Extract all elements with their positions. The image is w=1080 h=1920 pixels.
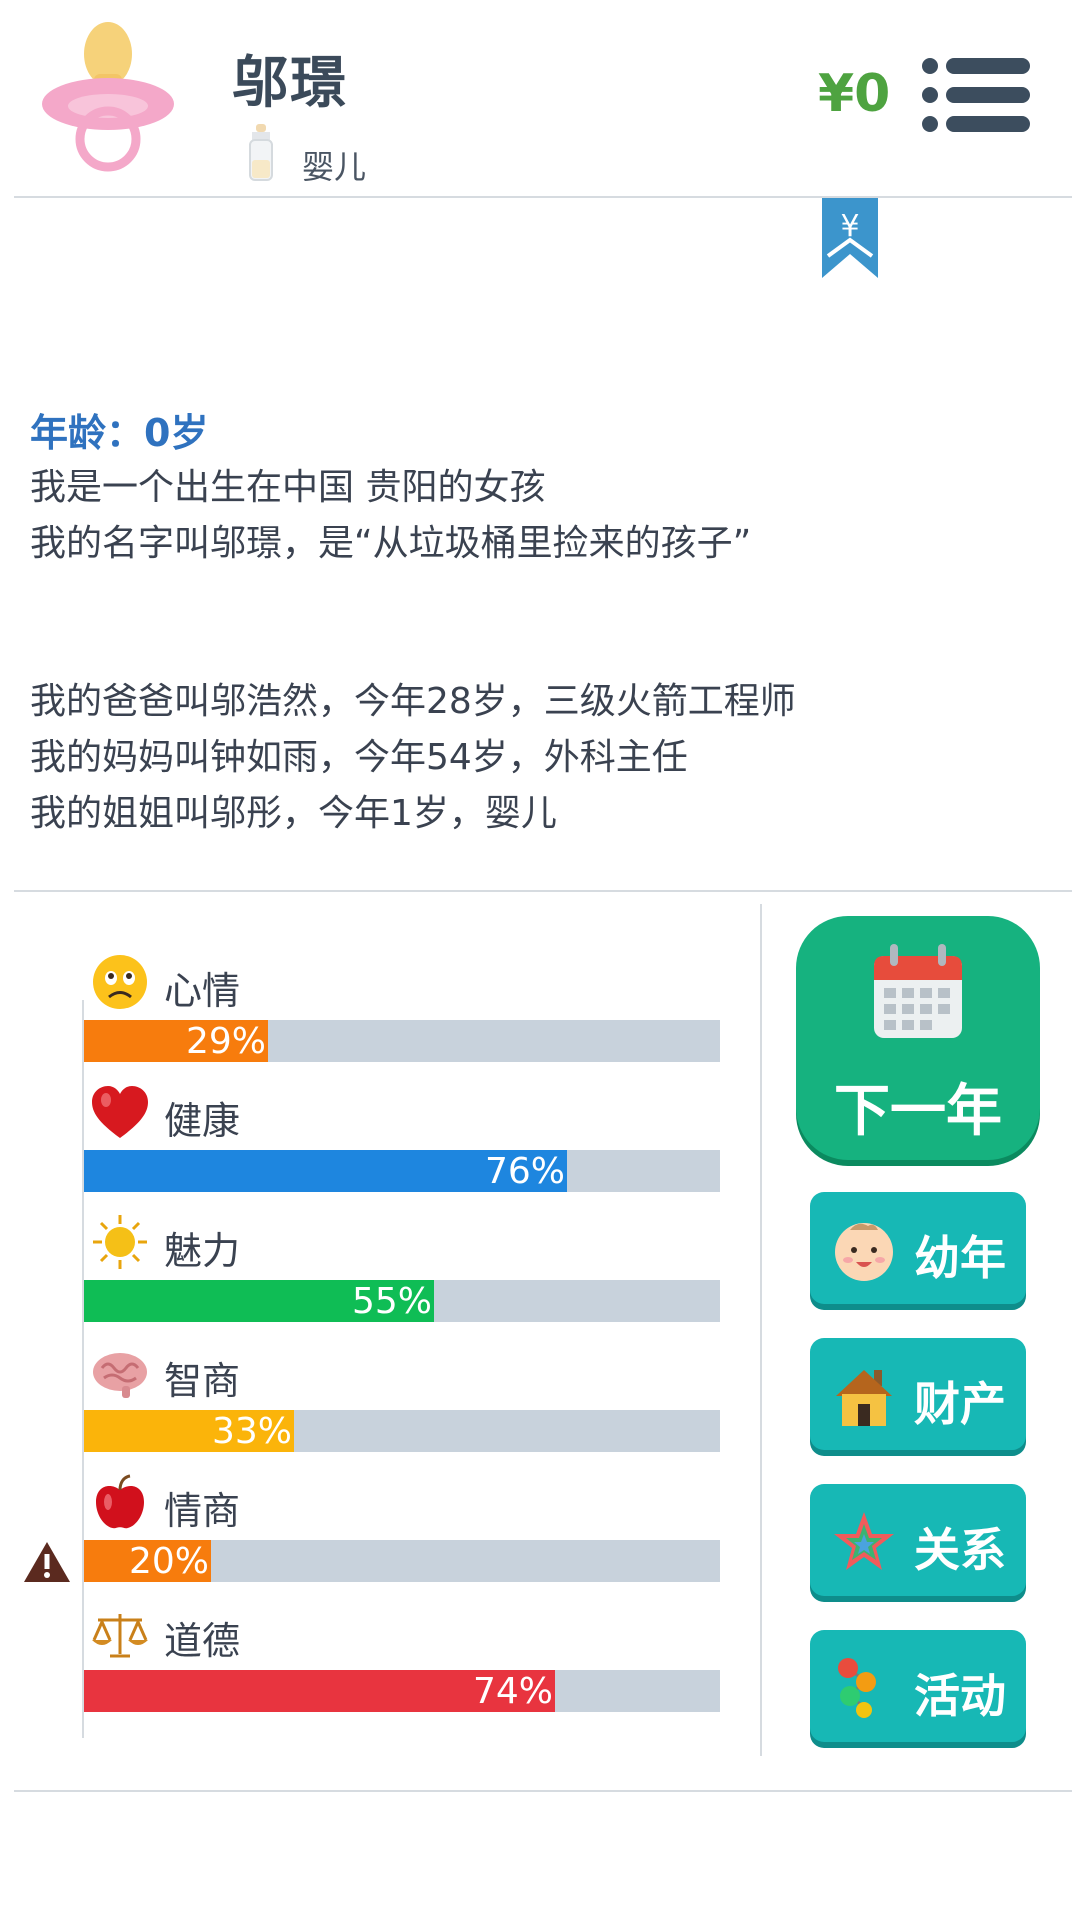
calendar-icon bbox=[874, 944, 962, 1038]
stat-percent: 74% bbox=[472, 1671, 553, 1712]
stat-label-iq: 智商 bbox=[164, 1359, 241, 1403]
svg-text:¥: ¥ bbox=[840, 209, 859, 244]
sad-face-icon bbox=[93, 955, 147, 1009]
activities-button[interactable]: 活动 bbox=[810, 1630, 1026, 1742]
relations-label: 关系 bbox=[914, 1523, 1006, 1577]
stat-bar-iq: 33% bbox=[84, 1410, 720, 1452]
brain-icon bbox=[93, 1353, 147, 1398]
stat-bar-eq: 20% bbox=[84, 1540, 720, 1582]
story-line: 我是一个出生在中国 贵阳的女孩 bbox=[30, 467, 546, 508]
stats-axis-line bbox=[82, 1000, 84, 1738]
story-line: 我的妈妈叫钟如雨，今年54岁，外科主任 bbox=[30, 737, 688, 778]
apple-icon bbox=[96, 1474, 144, 1529]
next-year-label: 下一年 bbox=[834, 1079, 1002, 1144]
relations-button[interactable]: 关系 bbox=[810, 1484, 1026, 1596]
money-balance: ¥0 bbox=[818, 64, 891, 124]
stat-bar-health: 76% bbox=[84, 1150, 720, 1192]
childhood-label: 幼年 bbox=[914, 1231, 1006, 1285]
story-divider bbox=[14, 890, 1072, 892]
childhood-button[interactable]: 幼年 bbox=[810, 1192, 1026, 1304]
story-line: 我的爸爸叫邬浩然，今年28岁，三级火箭工程师 bbox=[30, 681, 796, 722]
stat-percent: 55% bbox=[351, 1281, 432, 1322]
activities-label: 活动 bbox=[914, 1669, 1006, 1723]
warning-icon bbox=[24, 1542, 70, 1582]
story-line: 我的名字叫邬璟，是“从垃圾桶里捡来的孩子” bbox=[30, 523, 752, 564]
panel-divider bbox=[760, 904, 762, 1756]
stat-label-charm: 魅力 bbox=[164, 1229, 241, 1273]
scales-icon bbox=[92, 1614, 148, 1658]
stat-label-mood: 心情 bbox=[164, 969, 241, 1013]
story-line: 我的姐姐叫邬彤，今年1岁，婴儿 bbox=[30, 793, 557, 834]
header-divider bbox=[14, 196, 1072, 198]
yuan-bookmark-icon[interactable]: ¥ bbox=[822, 198, 878, 278]
age-heading: 年龄：0岁 bbox=[30, 411, 209, 455]
stat-percent: 76% bbox=[484, 1151, 565, 1192]
activity-dots-icon bbox=[838, 1658, 876, 1718]
life-stage-label: 婴儿 bbox=[302, 148, 367, 186]
stat-bar-morality: 74% bbox=[84, 1670, 720, 1712]
house-icon bbox=[836, 1370, 892, 1426]
stat-percent: 33% bbox=[211, 1411, 292, 1452]
pacifier-avatar-icon bbox=[42, 22, 174, 172]
stat-label-eq: 情商 bbox=[164, 1489, 241, 1533]
sun-icon bbox=[93, 1215, 147, 1269]
stat-label-health: 健康 bbox=[164, 1099, 241, 1143]
assets-button[interactable]: 财产 bbox=[810, 1338, 1026, 1450]
baby-face-icon bbox=[835, 1223, 893, 1281]
stat-percent: 29% bbox=[185, 1021, 266, 1062]
stat-percent: 20% bbox=[128, 1541, 209, 1582]
next-year-button[interactable]: 下一年 bbox=[796, 916, 1040, 1160]
bottom-divider bbox=[14, 1790, 1072, 1792]
assets-label: 财产 bbox=[914, 1377, 1006, 1431]
menu-icon[interactable] bbox=[920, 56, 1030, 134]
heart-icon bbox=[92, 1086, 148, 1138]
character-name: 邬璟 bbox=[232, 51, 348, 116]
stat-label-morality: 道德 bbox=[164, 1619, 241, 1663]
stat-bar-charm: 55% bbox=[84, 1280, 720, 1322]
star-icon bbox=[834, 1512, 894, 1570]
stat-bar-mood: 29% bbox=[84, 1020, 720, 1062]
baby-bottle-icon bbox=[249, 124, 273, 181]
